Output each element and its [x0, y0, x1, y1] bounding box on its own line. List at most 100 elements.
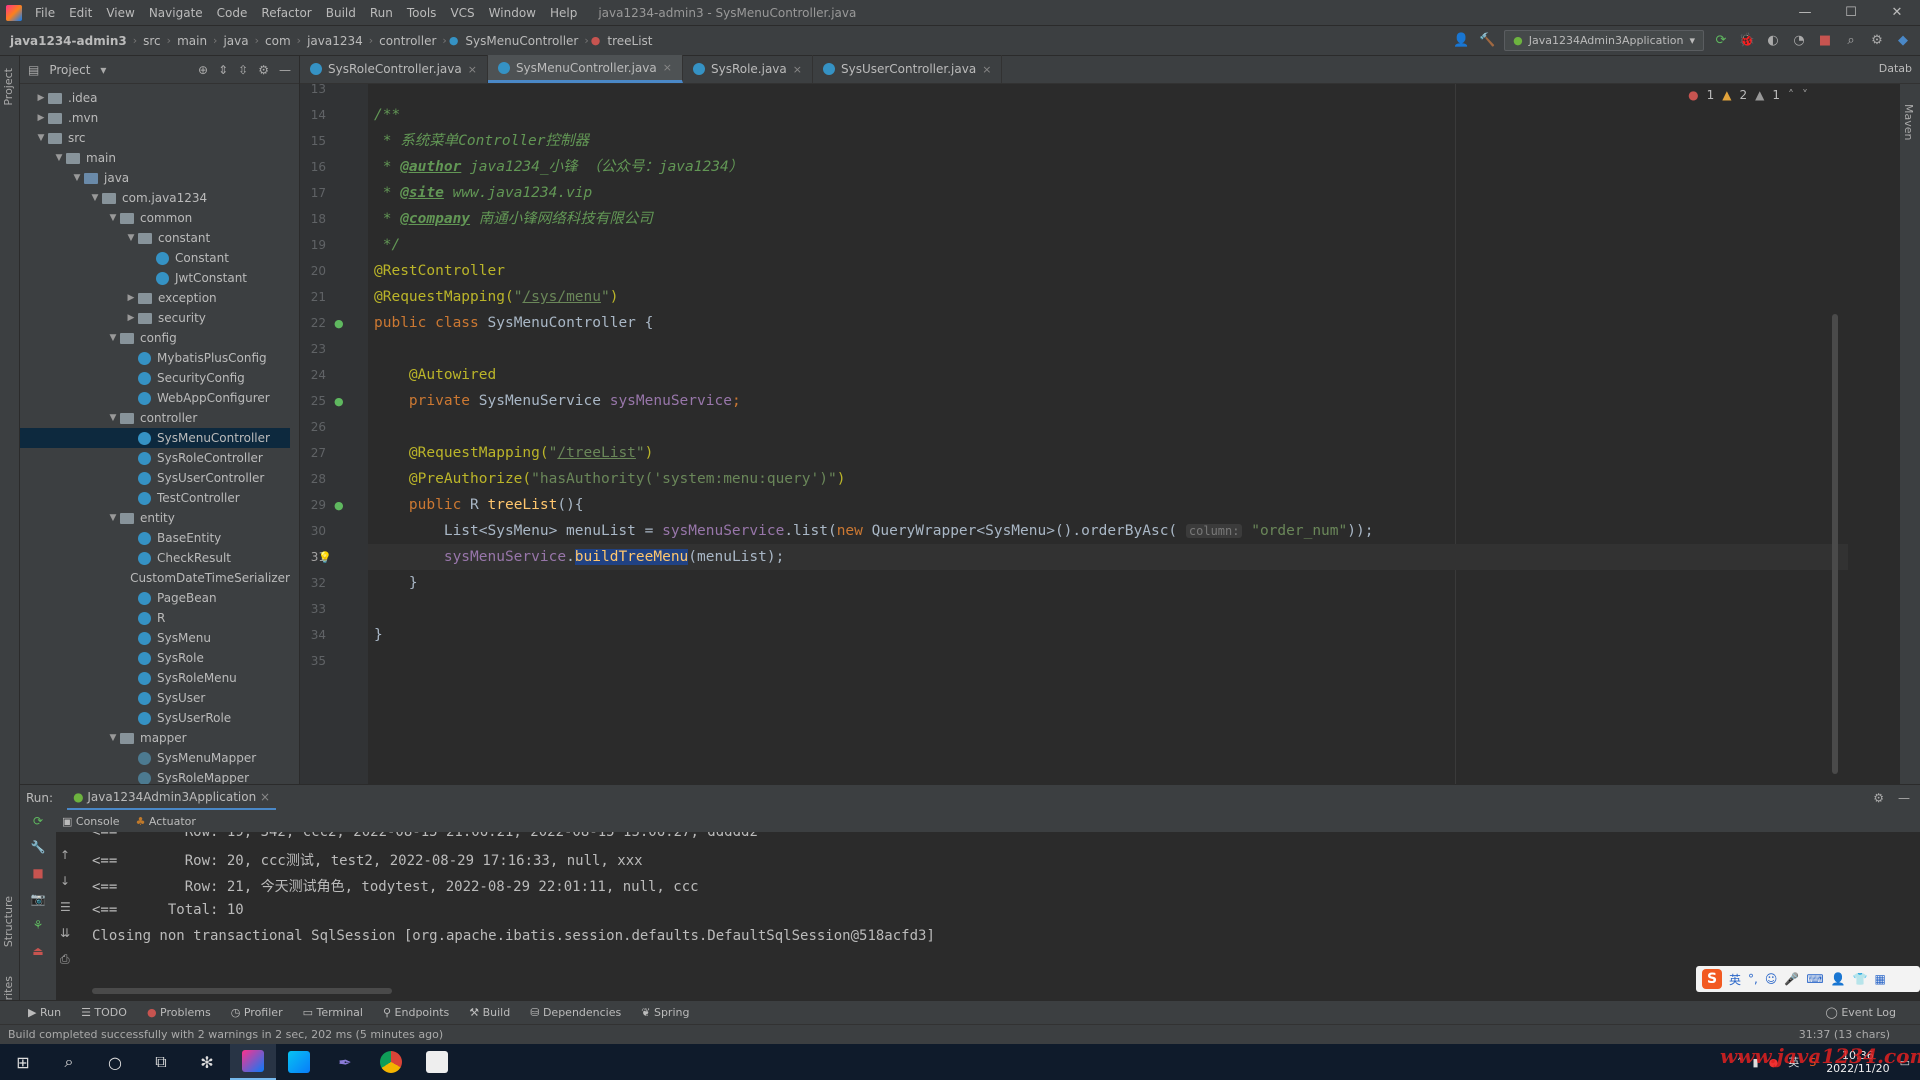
rerun-icon[interactable]: ⟳: [28, 814, 48, 834]
settings-gear-icon[interactable]: ⚙: [258, 63, 269, 77]
caret-position[interactable]: 31:37 (13 chars): [1799, 1028, 1920, 1041]
tree-item[interactable]: TestController: [20, 488, 290, 508]
tree-item[interactable]: SysRoleMapper: [20, 768, 290, 784]
app-icon[interactable]: ✻: [184, 1044, 230, 1080]
chevron-down-icon[interactable]: ▼: [124, 233, 138, 243]
tree-item[interactable]: ▼ config: [20, 328, 290, 348]
menu-item-refactor[interactable]: Refactor: [254, 0, 318, 26]
chevron-right-icon[interactable]: ▶: [34, 113, 48, 123]
code-line[interactable]: * @author java1234_小锋 （公众号：java1234）: [374, 154, 743, 180]
profile-icon[interactable]: ◔: [1790, 32, 1808, 50]
console-tab[interactable]: ▣ Console: [62, 815, 120, 828]
code-line[interactable]: @RequestMapping("/treeList"): [374, 440, 653, 466]
tree-item[interactable]: ▼ main: [20, 148, 290, 168]
feather-app-icon[interactable]: ✒: [322, 1044, 368, 1080]
chevron-down-icon[interactable]: ▼: [106, 413, 120, 423]
tree-item[interactable]: BaseEntity: [20, 528, 290, 548]
punctuation-icon[interactable]: °,: [1748, 972, 1758, 986]
tree-item[interactable]: MybatisPlusConfig: [20, 348, 290, 368]
debug-icon[interactable]: ⚘: [28, 918, 48, 938]
intention-bulb-icon[interactable]: 💡: [318, 551, 332, 564]
stop-icon[interactable]: ■: [28, 866, 48, 886]
tree-item[interactable]: JwtConstant: [20, 268, 290, 288]
menu-item-tools[interactable]: Tools: [400, 0, 444, 26]
project-tool-tab[interactable]: Project: [2, 68, 15, 106]
code-editor[interactable]: /** * 系统菜单Controller控制器 * @author java12…: [368, 84, 1848, 784]
windows-start-icon[interactable]: ⊞: [0, 1044, 46, 1080]
editor-tab[interactable]: SysUserController.java ×: [813, 55, 1003, 83]
menu-item-navigate[interactable]: Navigate: [142, 0, 210, 26]
menu-item-edit[interactable]: Edit: [62, 0, 99, 26]
tool-tab-endpoints[interactable]: ⚲ Endpoints: [383, 1006, 449, 1019]
inspection-widget[interactable]: ● 1 ▲ 2 ▲ 1 ˄ ˅: [1688, 88, 1808, 102]
code-line[interactable]: */: [374, 232, 400, 258]
breadcrumb-item[interactable]: java1234-admin3: [6, 34, 131, 48]
exit-icon[interactable]: ⏏: [28, 944, 48, 964]
chevron-down-icon[interactable]: ▼: [106, 213, 120, 223]
tree-item[interactable]: SysUserController: [20, 468, 290, 488]
event-log-tab[interactable]: ◯ Event Log: [1826, 1006, 1920, 1019]
coverage-icon[interactable]: ◐: [1764, 32, 1782, 50]
code-line[interactable]: List<SysMenu> menuList = sysMenuService.…: [374, 518, 1374, 544]
wrench-icon[interactable]: 🔧: [28, 840, 48, 860]
chevron-up-icon[interactable]: ˄: [1788, 88, 1794, 102]
expand-all-icon[interactable]: ⇕: [218, 63, 228, 77]
webstorm-taskbar-icon[interactable]: [276, 1044, 322, 1080]
menu-item-build[interactable]: Build: [319, 0, 363, 26]
tree-item[interactable]: ▼ entity: [20, 508, 290, 528]
search-icon[interactable]: ⌕: [46, 1044, 92, 1080]
breadcrumb-item[interactable]: treeList: [603, 34, 656, 48]
chevron-down-icon[interactable]: ▼: [52, 153, 66, 163]
menu-item-vcs[interactable]: VCS: [443, 0, 481, 26]
run-configuration-select[interactable]: ● Java1234Admin3Application ▾: [1504, 30, 1704, 51]
user-icon[interactable]: 👤: [1831, 972, 1846, 986]
tool-tab-spring[interactable]: ❦ Spring: [641, 1006, 689, 1019]
shirt-icon[interactable]: 👕: [1853, 972, 1868, 986]
code-line[interactable]: sysMenuService.buildTreeMenu(menuList);: [374, 544, 784, 570]
tree-item[interactable]: ▼ src: [20, 128, 290, 148]
chevron-down-icon[interactable]: ▼: [88, 193, 102, 203]
menu-item-code[interactable]: Code: [210, 0, 255, 26]
close-icon[interactable]: ×: [982, 63, 991, 76]
tool-tab-run[interactable]: ▶ Run: [28, 1006, 61, 1019]
endpoint-icon[interactable]: ●: [334, 499, 344, 512]
database-tool-tab[interactable]: Datab: [1879, 55, 1920, 83]
task-view-icon[interactable]: ⧉: [138, 1044, 184, 1080]
tree-item[interactable]: SysMenuController: [20, 428, 290, 448]
tree-item[interactable]: ▼ java: [20, 168, 290, 188]
cortana-icon[interactable]: ○: [92, 1044, 138, 1080]
code-line[interactable]: }: [374, 570, 418, 596]
tree-item[interactable]: SysRoleController: [20, 448, 290, 468]
tool-tab-terminal[interactable]: ▭ Terminal: [303, 1006, 363, 1019]
close-window-button[interactable]: ✕: [1874, 0, 1920, 26]
breadcrumb-item[interactable]: main: [173, 34, 211, 48]
tree-item[interactable]: SysRole: [20, 648, 290, 668]
scroll-up-icon[interactable]: ↑: [60, 842, 71, 868]
editor-scrollbar[interactable]: [1832, 314, 1838, 774]
breadcrumb-item[interactable]: com: [261, 34, 295, 48]
tool-tab-profiler[interactable]: ◷ Profiler: [231, 1006, 283, 1019]
tool-tab-problems[interactable]: ● Problems: [147, 1006, 211, 1019]
run-config-tab[interactable]: ● Java1234Admin3Application ×: [67, 786, 277, 810]
tree-item[interactable]: ▼ constant: [20, 228, 290, 248]
tree-item[interactable]: ▶ security: [20, 308, 290, 328]
ime-toolbar[interactable]: S 英 °, ☺ 🎤 ⌨ 👤 👕 ▦: [1696, 966, 1920, 992]
tree-item[interactable]: ▼ controller: [20, 408, 290, 428]
tree-item[interactable]: ▶ .idea: [20, 88, 290, 108]
debug-icon[interactable]: 🐞: [1738, 32, 1756, 50]
print-icon[interactable]: ⎙: [60, 946, 71, 972]
code-line[interactable]: public class SysMenuController {: [374, 310, 653, 336]
tree-item[interactable]: WebAppConfigurer: [20, 388, 290, 408]
code-line[interactable]: @RequestMapping("/sys/menu"): [374, 284, 618, 310]
chevron-right-icon[interactable]: ▶: [124, 293, 138, 303]
chevron-down-icon[interactable]: ▼: [70, 173, 84, 183]
menu-item-view[interactable]: View: [99, 0, 141, 26]
intellij-taskbar-icon[interactable]: [230, 1044, 276, 1080]
ime-lang[interactable]: 英: [1729, 971, 1741, 988]
camera-icon[interactable]: 📷: [28, 892, 48, 912]
breadcrumb-item[interactable]: java: [219, 34, 252, 48]
editor-tab[interactable]: SysRole.java ×: [683, 55, 813, 83]
code-line[interactable]: @PreAuthorize("hasAuthority('system:menu…: [374, 466, 846, 492]
tree-item[interactable]: ▶ exception: [20, 288, 290, 308]
status-message[interactable]: Build completed successfully with 2 warn…: [8, 1028, 443, 1041]
